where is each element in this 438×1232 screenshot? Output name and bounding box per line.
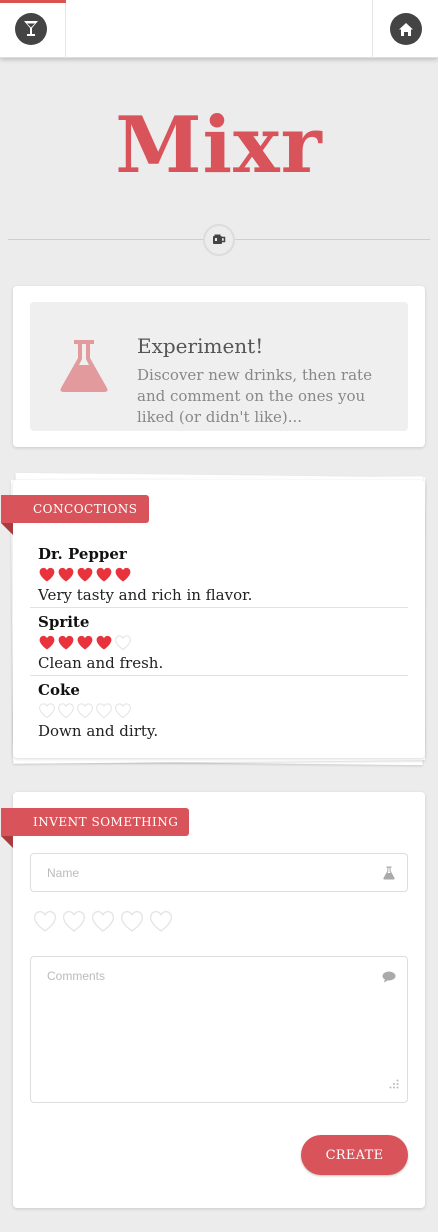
- invent-card: INVENT SOMETHING Name Comments CREATE: [1, 792, 425, 1208]
- heart-empty-icon[interactable]: [61, 909, 87, 933]
- heart-filled-icon: [115, 567, 131, 582]
- comments-field[interactable]: [30, 956, 408, 1103]
- experiment-banner: Experiment! Discover new drinks, then ra…: [30, 302, 408, 431]
- drink-name: Sprite: [38, 613, 90, 631]
- name-field[interactable]: [30, 853, 408, 892]
- drink-comment: Clean and fresh.: [38, 654, 164, 672]
- list-item[interactable]: Dr. Pepper Very tasty and rich in flavor…: [30, 540, 408, 608]
- mug-icon: [203, 224, 235, 256]
- heart-filled-icon: [39, 567, 55, 582]
- heart-empty-icon[interactable]: [90, 909, 116, 933]
- drink-name: Dr. Pepper: [38, 545, 127, 563]
- rating-hearts: [38, 702, 400, 720]
- list-item[interactable]: Coke Down and dirty.: [30, 676, 408, 744]
- heart-empty-icon: [77, 703, 93, 719]
- heart-filled-icon: [77, 567, 93, 582]
- flask-icon: [58, 338, 110, 398]
- name-input[interactable]: [47, 866, 367, 880]
- cocktail-glass-icon[interactable]: [15, 13, 47, 45]
- heart-empty-icon[interactable]: [119, 909, 145, 933]
- create-button[interactable]: CREATE: [301, 1135, 408, 1175]
- heart-filled-icon: [58, 567, 74, 582]
- heart-empty-icon: [115, 703, 131, 719]
- drink-name: Coke: [38, 681, 80, 699]
- heart-empty-icon: [39, 703, 55, 719]
- heart-empty-icon: [58, 703, 74, 719]
- rating-input[interactable]: [32, 909, 174, 933]
- comments-input[interactable]: [47, 969, 367, 1079]
- heart-empty-icon[interactable]: [32, 909, 58, 933]
- home-icon[interactable]: [390, 13, 422, 45]
- drink-comment: Down and dirty.: [38, 722, 159, 740]
- home-button[interactable]: [372, 0, 438, 58]
- concoctions-card: CONCOCTIONS Dr. Pepper Very tasty and ri…: [1, 480, 425, 758]
- top-bar: [0, 0, 438, 58]
- rating-hearts: [38, 634, 400, 652]
- experiment-title: Experiment!: [137, 334, 264, 358]
- heart-empty-icon: [96, 703, 112, 719]
- heart-filled-icon: [96, 635, 112, 650]
- invent-label: INVENT SOMETHING: [1, 808, 190, 848]
- heart-empty-icon[interactable]: [148, 909, 174, 933]
- drink-comment: Very tasty and rich in flavor.: [38, 586, 253, 604]
- concoctions-label: CONCOCTIONS: [1, 495, 149, 535]
- heart-empty-icon: [115, 635, 131, 651]
- resize-grip-icon[interactable]: [389, 1074, 399, 1093]
- heart-filled-icon: [39, 635, 55, 650]
- app-logo: Mixr: [115, 100, 323, 191]
- heart-filled-icon: [96, 567, 112, 582]
- speech-bubble-icon: [382, 968, 396, 987]
- flask-icon: [383, 865, 395, 884]
- rating-hearts: [38, 566, 400, 584]
- drink-list: Dr. Pepper Very tasty and rich in flavor…: [30, 540, 408, 744]
- experiment-description: Discover new drinks, then rate and comme…: [137, 366, 372, 426]
- list-item[interactable]: Sprite Clean and fresh.: [30, 608, 408, 676]
- heart-filled-icon: [77, 635, 93, 650]
- heart-filled-icon: [58, 635, 74, 650]
- drinks-menu-button[interactable]: [0, 0, 66, 58]
- experiment-card: Experiment! Discover new drinks, then ra…: [13, 286, 425, 447]
